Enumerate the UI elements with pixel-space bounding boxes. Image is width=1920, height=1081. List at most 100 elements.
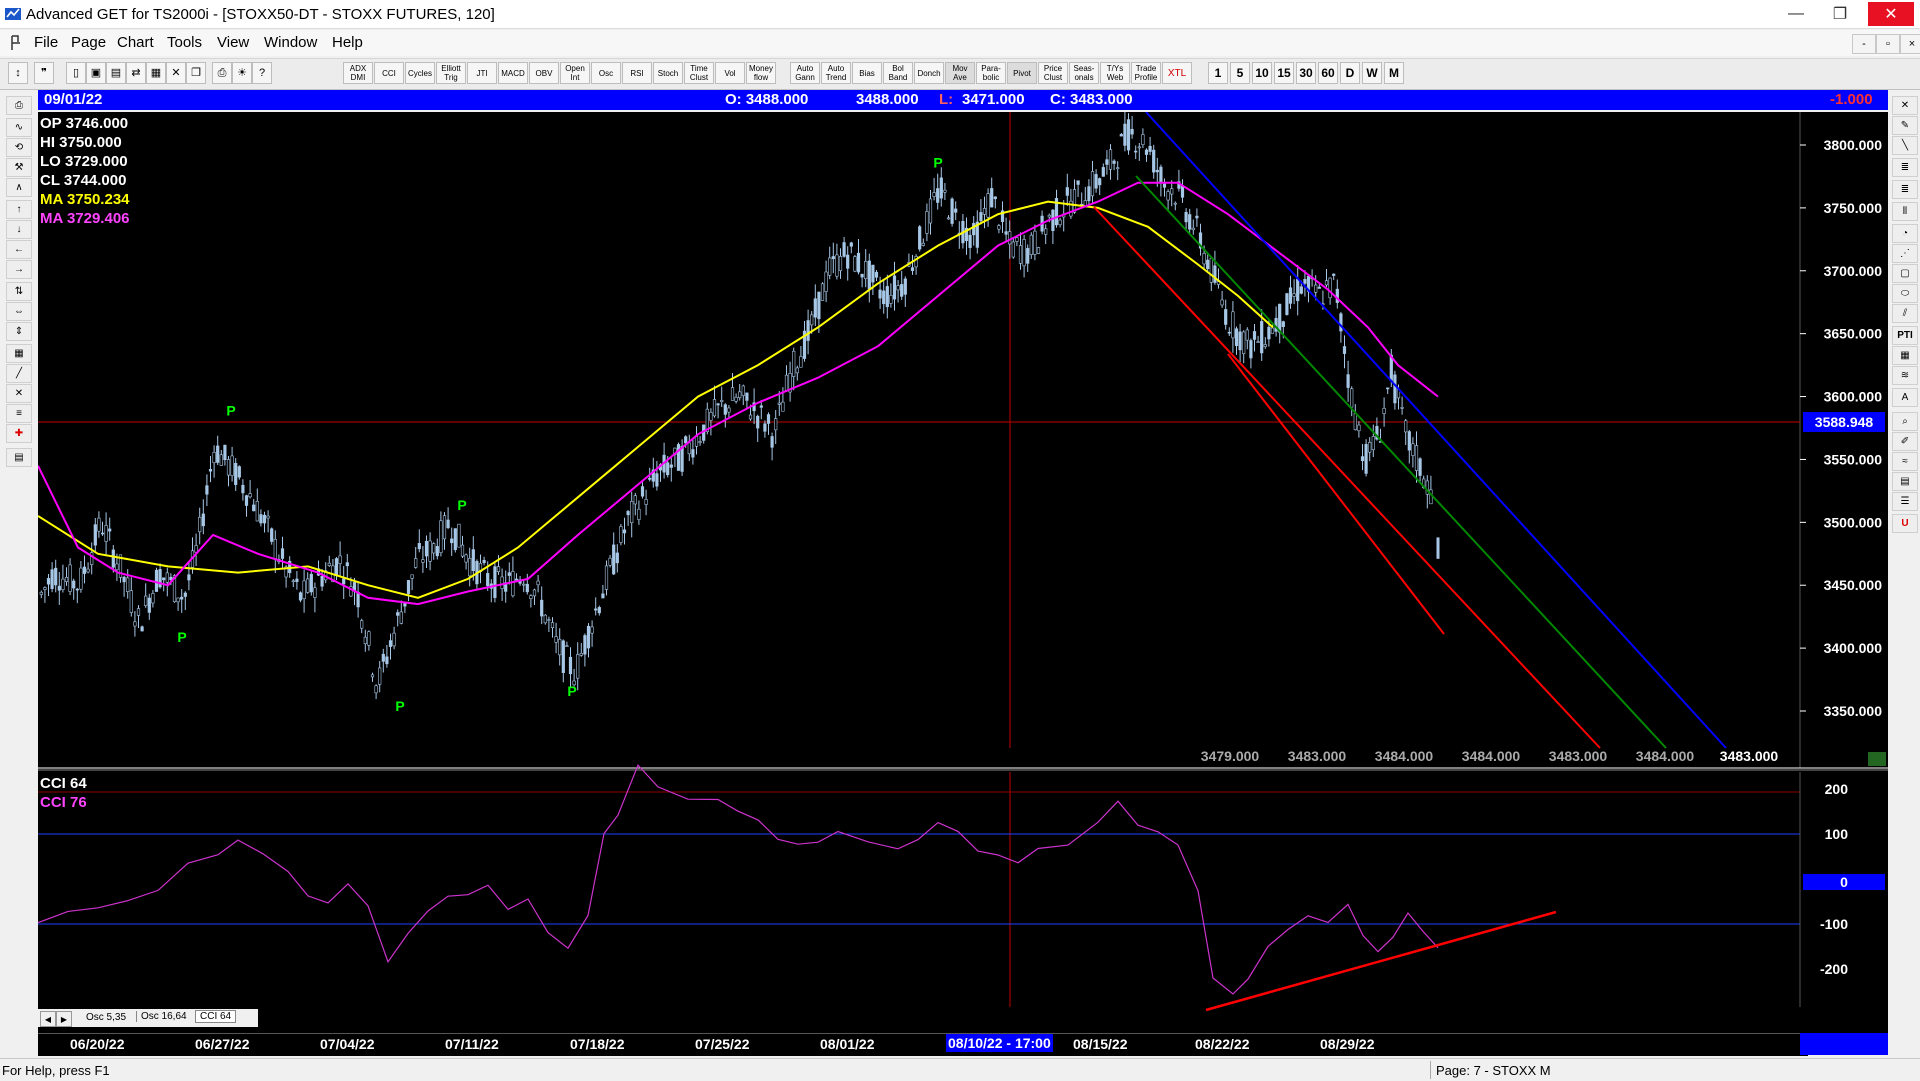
indicator-rsi[interactable]: RSI: [622, 62, 652, 84]
indicator-osc[interactable]: Osc: [591, 62, 621, 84]
period-monthly[interactable]: M: [1384, 62, 1404, 84]
link-icon[interactable]: ⇄: [126, 62, 146, 84]
cycles-tool-icon[interactable]: ≈: [1892, 452, 1918, 471]
magnify-icon[interactable]: ⌕: [1892, 412, 1918, 431]
tab-scroll-left-icon[interactable]: ◀: [40, 1011, 56, 1027]
fan-icon[interactable]: ⋰: [1892, 244, 1918, 263]
period-30[interactable]: 30: [1296, 62, 1316, 84]
minimize-button[interactable]: —: [1776, 2, 1816, 26]
indicator-jti[interactable]: JTI: [467, 62, 497, 84]
indicator-obv[interactable]: OBV: [529, 62, 559, 84]
clipboard-icon[interactable]: ▤: [6, 448, 32, 467]
expand-icon[interactable]: ⇕: [6, 322, 32, 341]
menu-view[interactable]: View: [217, 34, 249, 51]
grid-icon[interactable]: ▦: [146, 62, 166, 84]
mdi-minimize-button[interactable]: -: [1852, 34, 1876, 54]
study-seasonals[interactable]: Seas-onals: [1069, 62, 1099, 84]
mob-icon[interactable]: ≋: [1892, 366, 1918, 385]
indicator-stoch[interactable]: Stoch: [653, 62, 683, 84]
price-chart-svg[interactable]: P P P P P P 3800.000 3750.000 3700.000 3650.000 3…: [38, 112, 1888, 1050]
help-pointer-icon[interactable]: ?: [252, 62, 272, 84]
indicator-macd[interactable]: MACD: [498, 62, 528, 84]
arrow-left-icon[interactable]: ←: [6, 240, 32, 259]
close-button[interactable]: ✕: [1868, 2, 1914, 26]
indicator-open-int[interactable]: Open Int: [560, 62, 590, 84]
mdi-restore-button[interactable]: ▫: [1876, 34, 1900, 54]
channel-icon[interactable]: ⫽: [1892, 304, 1918, 323]
crosshair-icon[interactable]: ✚: [6, 424, 32, 443]
study-price-clust[interactable]: Price Clust: [1038, 62, 1068, 84]
ellipse-icon[interactable]: ⬭: [1892, 284, 1918, 303]
study-parabolic[interactable]: Para-bolic: [976, 62, 1006, 84]
zoom-bars-icon[interactable]: ⇅: [6, 282, 32, 301]
period-60[interactable]: 60: [1318, 62, 1338, 84]
tab-osc-5-35[interactable]: Osc 5,35: [86, 1012, 126, 1023]
tab-scroll-right-icon[interactable]: ▶: [56, 1011, 72, 1027]
study-auto-gann[interactable]: Auto Gann: [790, 62, 820, 84]
indicator-money-flow[interactable]: Money flow: [746, 62, 776, 84]
print-icon[interactable]: ⎙: [212, 62, 232, 84]
copy-icon[interactable]: ❐: [186, 62, 206, 84]
arc-icon[interactable]: ◔: [1892, 224, 1918, 243]
study-trade-profile[interactable]: Trade Profile: [1131, 62, 1161, 84]
study-mov-ave[interactable]: Mov Ave: [945, 62, 975, 84]
elliott-icon[interactable]: ∧: [6, 178, 32, 197]
period-1[interactable]: 1: [1208, 62, 1228, 84]
tab-cci-64[interactable]: CCI 64: [195, 1010, 237, 1023]
undo-icon[interactable]: U: [1892, 514, 1918, 533]
ray-icon[interactable]: ╲: [1892, 136, 1918, 155]
chart-area[interactable]: P P P P P P 3800.000 3750.000 3700.000 3650.000 3…: [38, 112, 1888, 1050]
indicator-adx[interactable]: ADX DMI: [343, 62, 373, 84]
table-icon[interactable]: ▦: [1892, 346, 1918, 365]
new-page-icon[interactable]: ▯: [66, 62, 86, 84]
indicator-cci[interactable]: CCI: [374, 62, 404, 84]
study-xtl[interactable]: XTL: [1162, 62, 1192, 84]
menu-help[interactable]: Help: [332, 34, 363, 51]
cross-icon[interactable]: ✕: [1892, 96, 1918, 115]
lines-icon[interactable]: ╱: [6, 364, 32, 383]
print-chart-icon[interactable]: ⎙: [6, 96, 32, 115]
layout-icon[interactable]: ▤: [106, 62, 126, 84]
pencil-icon[interactable]: ✎: [1892, 116, 1918, 135]
tab-osc-16-64[interactable]: Osc 16,64: [136, 1011, 187, 1022]
quote-icon[interactable]: ❞: [34, 62, 54, 84]
fib-time-icon[interactable]: ⦀: [1892, 202, 1918, 221]
pti-icon[interactable]: PTI: [1892, 326, 1918, 345]
arrow-right-icon[interactable]: →: [6, 260, 32, 279]
fib-extension-icon[interactable]: ≣: [1892, 180, 1918, 199]
indicator-vol[interactable]: Vol: [715, 62, 745, 84]
corner-icon[interactable]: [1868, 752, 1886, 766]
menu-page[interactable]: Page: [71, 34, 106, 51]
study-pivot[interactable]: Pivot: [1007, 62, 1037, 84]
period-daily[interactable]: D: [1340, 62, 1360, 84]
indicator-time-clust[interactable]: Time Clust: [684, 62, 714, 84]
arrow-up-icon[interactable]: ↑: [6, 200, 32, 219]
study-icon[interactable]: ⚒: [6, 158, 32, 177]
menu-tools[interactable]: Tools: [167, 34, 202, 51]
wave-tool-icon[interactable]: ∿: [6, 118, 32, 137]
study-tys-web[interactable]: T/Ys Web: [1100, 62, 1130, 84]
study-bol-band[interactable]: Bol Band: [883, 62, 913, 84]
period-5[interactable]: 5: [1230, 62, 1250, 84]
text-icon[interactable]: A: [1892, 388, 1918, 407]
box-icon[interactable]: ▢: [1892, 264, 1918, 283]
bulb-icon[interactable]: ☀: [232, 62, 252, 84]
list-icon[interactable]: ☰: [1892, 492, 1918, 511]
properties-icon[interactable]: ▤: [1892, 472, 1918, 491]
fib-retracement-icon[interactable]: ≣: [1892, 158, 1918, 177]
study-donch[interactable]: Donch: [914, 62, 944, 84]
period-10[interactable]: 10: [1252, 62, 1272, 84]
grid-toggle-icon[interactable]: ▦: [6, 344, 32, 363]
period-weekly[interactable]: W: [1362, 62, 1382, 84]
pointer-tool-icon[interactable]: ↕: [8, 62, 28, 84]
gann-icon[interactable]: ✕: [6, 384, 32, 403]
fib-icon[interactable]: ≡: [6, 404, 32, 423]
indicator-elliott-trig[interactable]: Elliott Trig: [436, 62, 466, 84]
mdi-close-button[interactable]: ×: [1900, 34, 1920, 54]
indicator-cycles[interactable]: Cycles: [405, 62, 435, 84]
restore-button[interactable]: ❐: [1820, 2, 1860, 26]
menu-chart[interactable]: Chart: [117, 34, 154, 51]
period-15[interactable]: 15: [1274, 62, 1294, 84]
delete-icon[interactable]: ✕: [166, 62, 186, 84]
marker-icon[interactable]: ✐: [1892, 432, 1918, 451]
